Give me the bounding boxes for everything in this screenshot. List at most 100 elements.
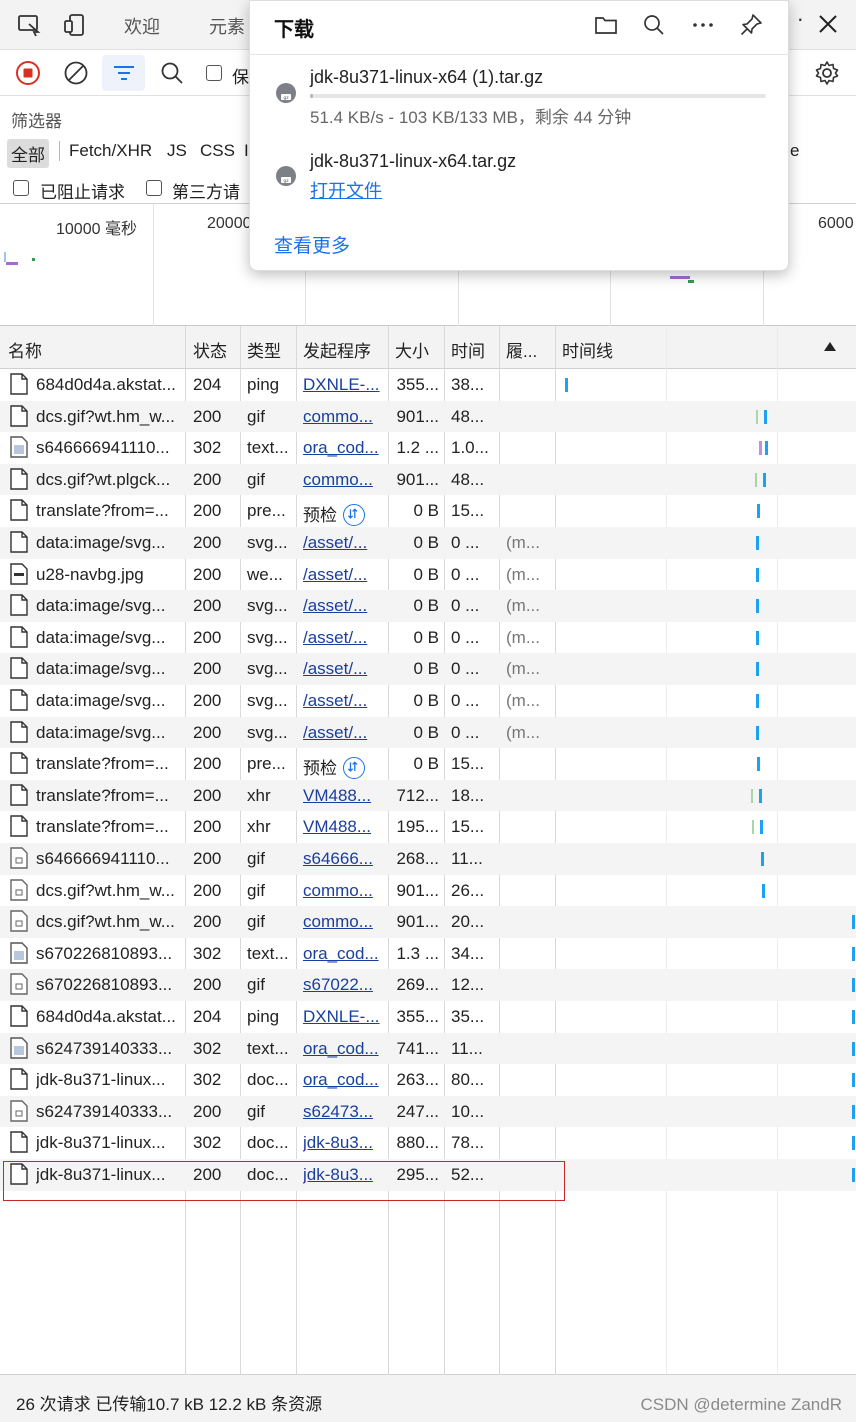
request-initiator[interactable]: commo... <box>303 470 385 490</box>
request-name[interactable]: s624739140333... <box>36 1039 182 1059</box>
sort-ascending-icon[interactable] <box>824 342 836 351</box>
search-icon[interactable] <box>158 59 186 87</box>
table-row[interactable]: 684d0d4a.akstat... 204 ping DXNLE-... 355...… <box>0 1001 856 1033</box>
table-row[interactable]: dcs.gif?wt.hm_w... 200 gif commo... 901... 26… <box>0 875 856 907</box>
request-initiator[interactable]: 预检 <box>303 501 385 528</box>
request-initiator[interactable]: /asset/... <box>303 533 385 553</box>
table-row[interactable]: s624739140333... 302 text... ora_cod... 741.… <box>0 1032 856 1065</box>
request-initiator[interactable]: VM488... <box>303 786 385 806</box>
tab-elements[interactable]: 元素 <box>209 13 245 39</box>
request-name[interactable]: 684d0d4a.akstat... <box>36 1007 182 1027</box>
request-name[interactable]: dcs.gif?wt.hm_w... <box>36 881 182 901</box>
request-name[interactable]: dcs.gif?wt.plgck... <box>36 470 182 490</box>
clear-icon[interactable] <box>62 59 90 87</box>
download-item-name[interactable]: jdk-8u371-linux-x64.tar.gz <box>310 151 516 172</box>
request-initiator[interactable]: jdk-8u3... <box>303 1133 385 1153</box>
request-name[interactable]: 684d0d4a.akstat... <box>36 375 182 395</box>
table-row[interactable]: data:image/svg... 200 svg... /asset/... 0 B 0… <box>0 685 856 717</box>
request-name[interactable]: dcs.gif?wt.hm_w... <box>36 407 182 427</box>
request-name[interactable]: translate?from=... <box>36 786 182 806</box>
request-initiator[interactable]: DXNLE-... <box>303 1007 385 1027</box>
column-header-type[interactable]: 类型 <box>247 337 281 362</box>
request-name[interactable]: data:image/svg... <box>36 596 182 616</box>
table-row[interactable]: translate?from=... 200 xhr VM488... 712... 18… <box>0 779 856 812</box>
request-name[interactable]: data:image/svg... <box>36 691 182 711</box>
request-name[interactable]: data:image/svg... <box>36 533 182 553</box>
filter-type-other[interactable]: e <box>790 141 799 161</box>
table-row[interactable]: data:image/svg... 200 svg... /asset/... 0 B 0… <box>0 653 856 685</box>
filter-type-css[interactable]: CSS <box>200 141 235 161</box>
third-party-checkbox[interactable] <box>146 180 162 196</box>
inspect-element-icon[interactable] <box>16 12 42 38</box>
request-initiator[interactable]: /asset/... <box>303 596 385 616</box>
column-header-fulfilled[interactable]: 履... <box>506 337 537 362</box>
request-initiator[interactable]: DXNLE-... <box>303 375 385 395</box>
request-name[interactable]: s670226810893... <box>36 944 182 964</box>
request-initiator[interactable]: ora_cod... <box>303 944 385 964</box>
download-item-name[interactable]: jdk-8u371-linux-x64 (1).tar.gz <box>310 67 543 88</box>
table-row[interactable]: data:image/svg... 200 svg... /asset/... 0 B 0… <box>0 527 856 559</box>
request-initiator[interactable]: ora_cod... <box>303 438 385 458</box>
column-header-size[interactable]: 大小 <box>395 337 429 362</box>
table-row[interactable]: dcs.gif?wt.hm_w... 200 gif commo... 901... 48… <box>0 400 856 433</box>
table-row[interactable]: s670226810893... 200 gif s67022... 269... 12.… <box>0 969 856 1001</box>
column-header-time[interactable]: 时间 <box>451 337 485 362</box>
pin-icon[interactable] <box>738 12 764 38</box>
filter-type-js[interactable]: JS <box>167 141 187 161</box>
request-name[interactable]: data:image/svg... <box>36 628 182 648</box>
table-row[interactable]: data:image/svg... 200 svg... /asset/... 0 B 0… <box>0 622 856 654</box>
see-more-link[interactable]: 查看更多 <box>274 231 350 258</box>
request-name[interactable]: translate?from=... <box>36 754 182 774</box>
table-row[interactable]: translate?from=... 200 pre... 预检 0 B 15... <box>0 748 856 780</box>
table-row[interactable]: jdk-8u371-linux... 302 doc... ora_cod... 263… <box>0 1064 856 1096</box>
column-header-name[interactable]: 名称 <box>8 337 42 362</box>
table-row[interactable]: s670226810893... 302 text... ora_cod... 1.3 … <box>0 938 856 970</box>
request-name[interactable]: translate?from=... <box>36 501 182 521</box>
request-name[interactable]: dcs.gif?wt.hm_w... <box>36 912 182 932</box>
table-row[interactable]: translate?from=... 200 xhr VM488... 195... 15… <box>0 811 856 843</box>
record-stop-icon[interactable] <box>14 59 42 87</box>
table-row[interactable]: 684d0d4a.akstat... 204 ping DXNLE-... 355...… <box>0 369 856 401</box>
folder-icon[interactable] <box>593 12 619 38</box>
table-row[interactable]: dcs.gif?wt.plgck... 200 gif commo... 901... 4… <box>0 463 856 496</box>
request-name[interactable]: u28-navbg.jpg <box>36 565 182 585</box>
preflight-arrows-icon[interactable] <box>343 503 365 526</box>
table-row[interactable]: u28-navbg.jpg 200 we... /asset/... 0 B 0 ... (… <box>0 559 856 591</box>
table-row[interactable]: translate?from=... 200 pre... 预检 0 B 15... <box>0 495 856 527</box>
preserve-log-checkbox[interactable] <box>206 65 222 81</box>
table-row[interactable]: s646666941110... 200 gif s64666... 268... 11.… <box>0 843 856 875</box>
tab-welcome[interactable]: 欢迎 <box>124 13 160 39</box>
blocked-requests-checkbox[interactable] <box>13 180 29 196</box>
request-name[interactable]: s646666941110... <box>36 438 182 458</box>
request-initiator[interactable]: commo... <box>303 407 385 427</box>
request-initiator[interactable]: 预检 <box>303 754 385 781</box>
request-name[interactable]: jdk-8u371-linux... <box>36 1133 182 1153</box>
column-header-status[interactable]: 状态 <box>193 337 227 362</box>
gear-icon[interactable] <box>814 60 840 86</box>
request-initiator[interactable]: /asset/... <box>303 691 385 711</box>
request-initiator[interactable]: /asset/... <box>303 659 385 679</box>
request-initiator[interactable]: /asset/... <box>303 565 385 585</box>
request-initiator[interactable]: s67022... <box>303 975 385 995</box>
request-initiator[interactable]: /asset/... <box>303 723 385 743</box>
filter-type-all[interactable]: 全部 <box>7 139 49 168</box>
filter-icon[interactable] <box>110 59 138 87</box>
request-name[interactable]: data:image/svg... <box>36 659 182 679</box>
request-name[interactable]: s646666941110... <box>36 849 182 869</box>
request-initiator[interactable]: ora_cod... <box>303 1039 385 1059</box>
request-name[interactable]: s670226810893... <box>36 975 182 995</box>
filter-input[interactable]: 筛选器 <box>11 107 62 132</box>
table-row[interactable]: dcs.gif?wt.hm_w... 200 gif commo... 901... 20… <box>0 906 856 938</box>
request-name[interactable]: jdk-8u371-linux... <box>36 1070 182 1090</box>
close-icon[interactable] <box>816 12 840 36</box>
filter-type-fetch-xhr[interactable]: Fetch/XHR <box>69 141 152 161</box>
request-initiator[interactable]: s62473... <box>303 1102 385 1122</box>
request-name[interactable]: translate?from=... <box>36 817 182 837</box>
request-initiator[interactable]: commo... <box>303 912 385 932</box>
request-initiator[interactable]: commo... <box>303 881 385 901</box>
device-emulation-icon[interactable] <box>62 12 88 38</box>
table-row[interactable]: s624739140333... 200 gif s62473... 247... 10.… <box>0 1095 856 1128</box>
request-initiator[interactable]: ora_cod... <box>303 1070 385 1090</box>
request-name[interactable]: s624739140333... <box>36 1102 182 1122</box>
open-file-link[interactable]: 打开文件 <box>310 177 382 203</box>
